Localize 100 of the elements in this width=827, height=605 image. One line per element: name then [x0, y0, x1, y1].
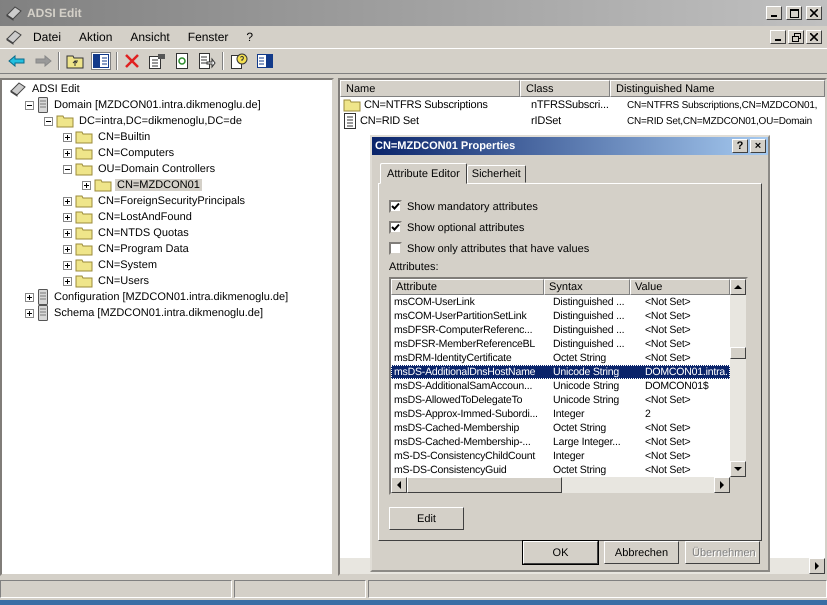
- collapse-toggle[interactable]: [44, 116, 53, 126]
- column-header[interactable]: Syntax: [544, 279, 630, 295]
- scroll-right-icon[interactable]: [720, 481, 724, 489]
- checkbox[interactable]: [389, 242, 402, 255]
- properties-icon[interactable]: [148, 53, 166, 69]
- scroll-thumb[interactable]: [407, 477, 562, 493]
- tree-item[interactable]: CN=Computers: [96, 147, 176, 159]
- close-icon[interactable]: [806, 6, 822, 20]
- vertical-scrollbar[interactable]: [730, 279, 746, 477]
- restore-icon[interactable]: [788, 30, 804, 44]
- table-row[interactable]: msDS-AdditionalDnsHostName Unicode String DOMCON01.intra.: [391, 365, 730, 379]
- tree-item[interactable]: CN=ForeignSecurityPrincipals: [96, 195, 248, 207]
- table-cell-text: Unicode String: [552, 394, 620, 406]
- close-button[interactable]: ×: [750, 139, 766, 153]
- column-header[interactable]: Attribute: [391, 279, 544, 295]
- dialog-button[interactable]: Abbrechen: [604, 541, 679, 564]
- table-row[interactable]: msCOM-UserPartitionSetLink Distinguished ... <Not Set>: [391, 309, 730, 323]
- table-row[interactable]: msDS-AllowedToDelegateTo Unicode String <Not Set>: [391, 393, 730, 407]
- expand-toggle[interactable]: [63, 196, 72, 206]
- table-row[interactable]: msDRM-IdentityCertificate Octet String <Not Set>: [391, 351, 730, 365]
- list-cell-text: CN=RID Set,CN=MZDCON01,OU=Domain: [626, 116, 814, 126]
- scroll-right-icon[interactable]: [814, 562, 820, 570]
- table-row[interactable]: msDS-Cached-Membership Octet String <Not Set>: [391, 421, 730, 435]
- list-cell[interactable]: CN=RID Set: [360, 115, 419, 127]
- close-icon[interactable]: [806, 30, 822, 44]
- tree-item[interactable]: CN=Users: [96, 275, 152, 287]
- table-cell-text: mS-DS-ConsistencyChildCount: [393, 450, 536, 462]
- tree-item[interactable]: CN=MZDCON01: [115, 179, 202, 191]
- list-cell[interactable]: CN=NTFRS Subscriptions: [364, 99, 488, 111]
- refresh-icon[interactable]: [174, 53, 190, 69]
- tab[interactable]: Sicherheit: [466, 165, 526, 183]
- column-header[interactable]: Value: [630, 279, 730, 295]
- checkbox-label[interactable]: Show only attributes that have values: [407, 242, 590, 254]
- back-arrow-icon[interactable]: [8, 54, 26, 68]
- column-header[interactable]: Distinguished Name: [610, 80, 825, 97]
- horizontal-scrollbar[interactable]: [391, 477, 746, 493]
- menu-item[interactable]: Fenster: [180, 30, 236, 44]
- expand-toggle[interactable]: [25, 308, 34, 318]
- table-row[interactable]: msDS-AdditionalSamAccoun... Unicode String DOMCON01$: [391, 379, 730, 393]
- export-list-icon[interactable]: [198, 53, 216, 69]
- expand-toggle[interactable]: [63, 244, 72, 254]
- checkbox-label[interactable]: Show optional attributes: [407, 222, 524, 234]
- table-row[interactable]: mS-DS-ConsistencyGuid Octet String <Not Set>: [391, 463, 730, 477]
- list-cell-text: rIDSet: [530, 115, 562, 127]
- tree-item[interactable]: Configuration [MZDCON01.intra.dikmenoglu.de]: [52, 291, 290, 303]
- scroll-left-icon[interactable]: [396, 481, 402, 489]
- menu-item[interactable]: Aktion: [71, 30, 120, 44]
- tree-item[interactable]: Schema [MZDCON01.intra.dikmenoglu.de]: [52, 307, 266, 319]
- expand-toggle[interactable]: [63, 228, 72, 238]
- minimize-icon[interactable]: [766, 6, 782, 20]
- scroll-up-icon[interactable]: [734, 284, 742, 290]
- expand-toggle[interactable]: [63, 148, 72, 158]
- collapse-toggle[interactable]: [63, 164, 72, 174]
- tree-item[interactable]: CN=Builtin: [96, 131, 152, 143]
- table-row[interactable]: msDFSR-ComputerReferenc... Distinguished ... <Not Set>: [391, 323, 730, 337]
- menu-item[interactable]: Datei: [25, 30, 70, 44]
- expand-toggle[interactable]: [25, 292, 34, 302]
- list-cell-text: nTFRSSubscri...: [530, 99, 610, 111]
- table-row[interactable]: msCOM-UserLink Distinguished ... <Not Set>: [391, 295, 730, 309]
- expand-toggle[interactable]: [63, 276, 72, 286]
- tree-pane-icon[interactable]: [92, 53, 110, 69]
- folder-up-icon[interactable]: [66, 53, 84, 69]
- tree-item[interactable]: CN=System: [96, 259, 159, 271]
- table-cell-text: msDS-Cached-Membership-...: [393, 436, 532, 448]
- expand-toggle[interactable]: [63, 212, 72, 222]
- checkbox[interactable]: [389, 200, 402, 213]
- checkbox[interactable]: [389, 221, 402, 234]
- scroll-thumb[interactable]: [730, 347, 746, 359]
- column-header[interactable]: Class: [520, 80, 610, 97]
- tab[interactable]: Attribute Editor: [380, 163, 467, 184]
- tree-item[interactable]: CN=LostAndFound: [96, 211, 194, 223]
- dialog-button[interactable]: OK: [523, 541, 598, 564]
- tree-item[interactable]: CN=Program Data: [96, 243, 191, 255]
- tree-item[interactable]: OU=Domain Controllers: [96, 163, 218, 175]
- tree-item[interactable]: Domain [MZDCON01.intra.dikmenoglu.de]: [52, 99, 263, 111]
- folder-icon: [94, 178, 112, 192]
- menu-item[interactable]: Ansicht: [122, 30, 178, 44]
- scroll-down-icon[interactable]: [734, 466, 742, 472]
- minimize-icon[interactable]: [770, 30, 786, 44]
- help-button[interactable]: ?: [732, 139, 748, 153]
- menu-item[interactable]: ?: [238, 30, 262, 44]
- maximize-icon[interactable]: [786, 6, 802, 20]
- action-pane-icon[interactable]: [256, 53, 274, 69]
- edit-button[interactable]: Edit: [389, 507, 464, 530]
- expand-toggle[interactable]: [63, 132, 72, 142]
- tree-item[interactable]: DC=intra,DC=dikmenoglu,DC=de: [77, 115, 244, 127]
- table-cell-text: DOMCON01.intra.: [644, 366, 729, 378]
- table-row[interactable]: msDFSR-MemberReferenceBL Distinguished ... <Not Set>: [391, 337, 730, 351]
- table-row[interactable]: msDS-Approx-Immed-Subordi... Integer 2: [391, 407, 730, 421]
- help-icon[interactable]: [230, 53, 248, 69]
- table-row[interactable]: mS-DS-ConsistencyChildCount Integer <Not Set>: [391, 449, 730, 463]
- checkbox-label[interactable]: Show mandatory attributes: [407, 200, 538, 212]
- tree-item[interactable]: ADSI Edit: [30, 83, 82, 95]
- table-row[interactable]: msDS-Cached-Membership-... Large Integer... <Not Set>: [391, 435, 730, 449]
- column-header[interactable]: Name: [340, 80, 520, 97]
- collapse-toggle[interactable]: [25, 100, 34, 110]
- tree-item[interactable]: CN=NTDS Quotas: [96, 227, 191, 239]
- expand-toggle[interactable]: [82, 180, 91, 190]
- delete-icon[interactable]: [124, 53, 140, 69]
- expand-toggle[interactable]: [63, 260, 72, 270]
